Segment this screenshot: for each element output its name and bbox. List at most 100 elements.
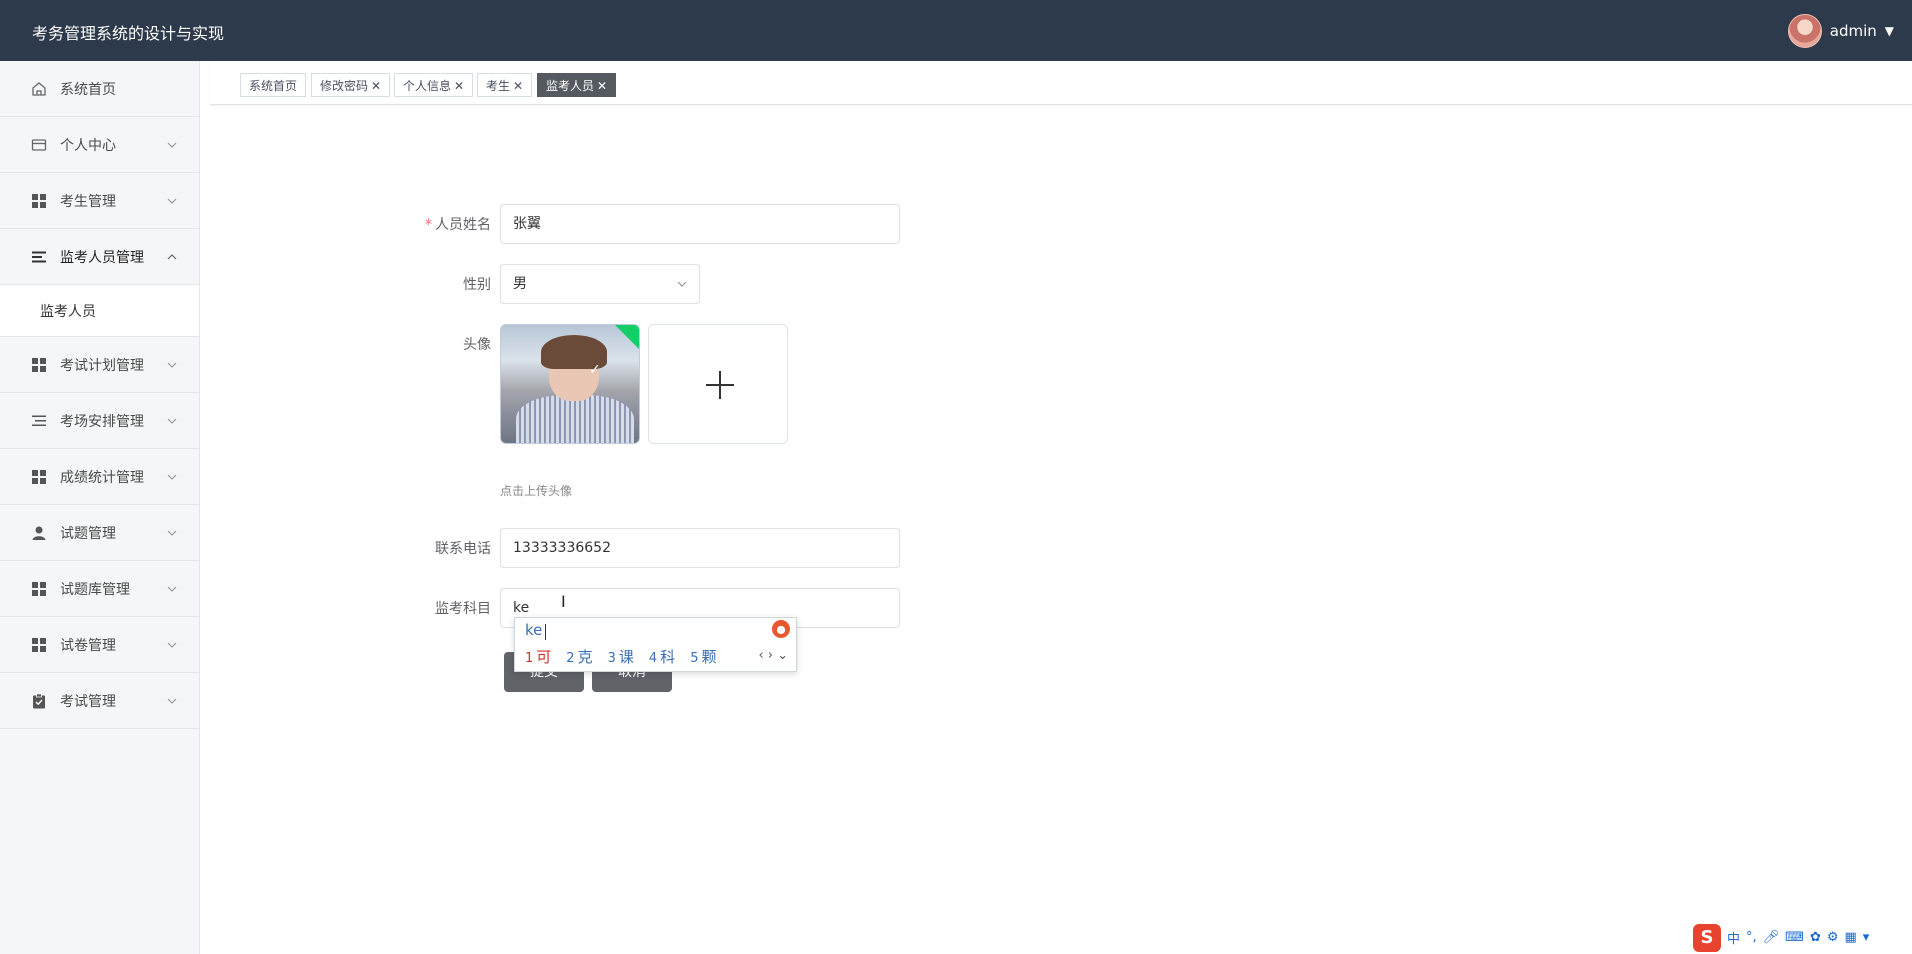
- sidebar-item-proctor-management[interactable]: 监考人员管理: [0, 229, 199, 285]
- ime-candidate-list: 1可 2克 3课 4科 5颗: [525, 646, 716, 667]
- avatar[interactable]: [1787, 14, 1822, 48]
- sidebar-item-label: 试题库管理: [60, 581, 130, 598]
- close-icon[interactable]: ✕: [371, 79, 381, 93]
- chevron-up-icon: [167, 253, 177, 259]
- sidebar-item-question-management[interactable]: 试题管理: [0, 505, 199, 561]
- sidebar-item-home[interactable]: 系统首页: [0, 61, 199, 117]
- check-icon: ✓: [589, 362, 601, 378]
- chevron-down-icon: [167, 698, 177, 704]
- sidebar-item-label: 考试计划管理: [60, 357, 144, 374]
- ime-candidate[interactable]: 3课: [608, 646, 634, 667]
- sidebar-item-label: 考场安排管理: [60, 413, 144, 430]
- gender-select[interactable]: 男: [500, 264, 700, 304]
- sidebar-item-paper-management[interactable]: 试卷管理: [0, 617, 199, 673]
- close-icon[interactable]: ✕: [454, 79, 464, 93]
- chevron-down-icon: [167, 362, 177, 368]
- chevron-down-icon: [167, 642, 177, 648]
- sidebar-subitem-label: 监考人员: [40, 303, 96, 320]
- tag-personal-info[interactable]: 个人信息 ✕: [394, 73, 474, 97]
- avatar-upload-button[interactable]: [648, 324, 788, 444]
- chevron-down-icon: [167, 418, 177, 424]
- plus-icon-vertical: [719, 371, 721, 399]
- more-icon[interactable]: ▾: [1863, 930, 1870, 945]
- tag-label: 监考人员: [546, 79, 595, 93]
- sidebar-item-label: 考试管理: [60, 693, 116, 710]
- ime-mascot-icon[interactable]: [772, 620, 790, 638]
- home-icon: [32, 81, 46, 96]
- sidebar-subitem-proctor[interactable]: 监考人员: [0, 285, 199, 337]
- list-icon: [32, 415, 46, 426]
- grid-icon: [32, 637, 46, 652]
- avatar-upload-hint: 点击上传头像: [500, 484, 573, 498]
- tag-label: 系统首页: [249, 79, 298, 93]
- chevron-down-icon: [167, 474, 177, 480]
- tag-proctor[interactable]: 监考人员 ✕: [537, 73, 617, 97]
- caret-down-icon[interactable]: ▼: [1885, 24, 1894, 38]
- keyboard-icon[interactable]: ⌨: [1785, 930, 1804, 945]
- sogou-logo-icon[interactable]: S: [1693, 923, 1721, 952]
- text-cursor-icon: Ι: [561, 592, 566, 611]
- sidebar-item-label: 监考人员管理: [60, 249, 144, 266]
- ime-candidate[interactable]: 5颗: [690, 646, 716, 667]
- sidebar-item-label: 试卷管理: [60, 637, 116, 654]
- sidebar-item-label: 考生管理: [60, 193, 116, 210]
- grid-icon: [32, 581, 46, 596]
- chevron-down-icon: [167, 198, 177, 204]
- app-title: 考务管理系统的设计与实现: [32, 24, 225, 43]
- user-menu[interactable]: admin ▼: [1787, 14, 1894, 48]
- chevron-down-icon: [167, 530, 177, 536]
- tag-change-password[interactable]: 修改密码 ✕: [311, 73, 391, 97]
- name-label: * 人员姓名: [425, 217, 491, 233]
- grid-icon: [32, 357, 46, 372]
- ime-candidate-popup: ke 1可 2克 3课 4科 5颗 ‹ › ⌄: [514, 617, 797, 672]
- ime-candidate[interactable]: 1可: [525, 646, 551, 667]
- sidebar: 系统首页 个人中心 考生管理 监考人员管理 监考人员 考试计划管理 考场安排管理…: [0, 61, 200, 954]
- phone-label: 联系电话: [435, 541, 491, 557]
- apps-grid-icon[interactable]: ▦: [1845, 930, 1857, 945]
- sidebar-item-label: 试题管理: [60, 525, 116, 542]
- ime-caret: [545, 624, 546, 640]
- toolbox-icon[interactable]: ⚙: [1827, 930, 1839, 945]
- name-input[interactable]: 张翼: [500, 204, 900, 244]
- top-header: 考务管理系统的设计与实现 admin ▼: [0, 0, 1912, 61]
- sidebar-item-exam-plan-management[interactable]: 考试计划管理: [0, 337, 199, 393]
- user-icon: [32, 526, 46, 540]
- grid-icon: [32, 193, 46, 208]
- tag-home[interactable]: 系统首页: [240, 73, 307, 97]
- chevron-down-icon: [167, 586, 177, 592]
- subject-label: 监考科目: [435, 601, 491, 617]
- microphone-icon[interactable]: 🎤︎: [1763, 930, 1780, 945]
- sidebar-item-label: 系统首页: [60, 81, 116, 98]
- sidebar-item-score-statistics-management[interactable]: 成绩统计管理: [0, 449, 199, 505]
- ime-punct-toggle[interactable]: °,: [1746, 930, 1757, 945]
- tag-label: 考生: [486, 79, 511, 93]
- ime-mode-toggle[interactable]: 中: [1727, 928, 1740, 947]
- user-name[interactable]: admin: [1830, 22, 1877, 40]
- gender-label: 性别: [463, 277, 491, 293]
- skin-icon[interactable]: ✿: [1810, 930, 1821, 945]
- ime-candidate[interactable]: 2克: [566, 646, 592, 667]
- sidebar-item-personal-center[interactable]: 个人中心: [0, 117, 199, 173]
- ime-composition: ke: [525, 621, 543, 639]
- tag-examinee[interactable]: 考生 ✕: [477, 73, 533, 97]
- clipboard-icon: [33, 693, 45, 708]
- sidebar-item-examinee-management[interactable]: 考生管理: [0, 173, 199, 229]
- ime-candidate[interactable]: 4科: [649, 646, 675, 667]
- sidebar-item-label: 成绩统计管理: [60, 469, 144, 486]
- sidebar-item-question-bank-management[interactable]: 试题库管理: [0, 561, 199, 617]
- sidebar-item-exam-management[interactable]: 考试管理: [0, 673, 199, 729]
- chevron-down-icon: [677, 281, 687, 287]
- upload-success-badge: [611, 325, 639, 354]
- ime-toolbar: S 中 °, 🎤︎ ⌨ ✿ ⚙ ▦ ▾: [1693, 921, 1912, 954]
- tags-view: 系统首页 修改密码 ✕ 个人信息 ✕ 考生 ✕ 监考人员 ✕: [210, 61, 1912, 105]
- avatar-preview[interactable]: ✓: [500, 324, 640, 444]
- close-icon[interactable]: ✕: [597, 79, 607, 93]
- sidebar-item-room-arrangement-management[interactable]: 考场安排管理: [0, 393, 199, 449]
- chevron-down-icon: [167, 142, 177, 148]
- ime-page-nav[interactable]: ‹ › ⌄: [758, 648, 788, 663]
- phone-input[interactable]: 13333336652: [500, 528, 900, 568]
- list-icon: [32, 251, 46, 262]
- tag-label: 个人信息: [403, 79, 452, 93]
- close-icon[interactable]: ✕: [513, 79, 523, 93]
- tag-label: 修改密码: [320, 79, 369, 93]
